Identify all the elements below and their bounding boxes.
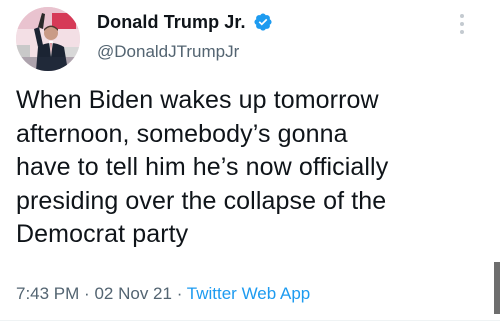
tweet-time[interactable]: 7:43 PM [16, 284, 79, 303]
avatar[interactable] [16, 7, 80, 71]
name-row: Donald Trump Jr. [97, 9, 273, 35]
tweet-date[interactable]: 02 Nov 21 [94, 284, 172, 303]
tweet-text: When Biden wakes up tomorrow afternoon, … [16, 86, 389, 248]
meta-separator: · [176, 284, 183, 303]
avatar-image [16, 7, 80, 71]
meta-separator: · [84, 284, 90, 303]
handle[interactable]: @DonaldJTrumpJr [97, 42, 239, 62]
divider [0, 320, 500, 321]
tweet-card: Donald Trump Jr. @DonaldJTrumpJr When Bi… [0, 0, 500, 328]
more-options-icon[interactable] [457, 14, 467, 40]
verified-badge-icon [253, 12, 273, 32]
tweet-meta: 7:43 PM · 02 Nov 21 · Twitter Web App [16, 284, 310, 304]
display-name[interactable]: Donald Trump Jr. [97, 12, 246, 33]
tweet-source-app[interactable]: Twitter Web App [187, 284, 310, 303]
scrollbar[interactable] [494, 262, 500, 314]
